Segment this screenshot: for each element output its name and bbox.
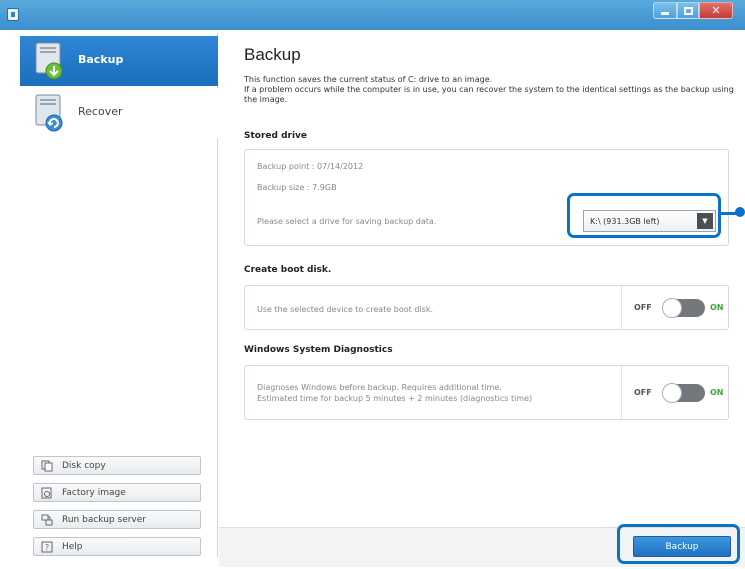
- boot-disk-panel: Use the selected device to create boot d…: [244, 285, 729, 330]
- maximize-icon: [683, 6, 693, 15]
- drive-callout-highlight: [567, 193, 721, 238]
- drive-select-prompt: Please select a drive for saving backup …: [257, 217, 437, 226]
- svg-text:?: ?: [45, 543, 49, 552]
- boot-disk-heading: Create boot disk.: [244, 265, 332, 275]
- diagnostics-toggle[interactable]: [662, 383, 705, 403]
- toggle-off-label: OFF: [634, 388, 652, 397]
- sidebar-item-label: Recover: [78, 105, 123, 118]
- disk-copy-label: Disk copy: [62, 460, 106, 471]
- toggle-off-label: OFF: [634, 303, 652, 312]
- factory-image-label: Factory image: [62, 487, 126, 498]
- backup-drive-icon: [35, 42, 63, 80]
- page-description: This function saves the current status o…: [244, 75, 739, 105]
- callout-dot: [735, 207, 745, 217]
- help-label: Help: [62, 541, 83, 552]
- disk-copy-button[interactable]: Disk copy: [33, 456, 201, 475]
- backup-size-text: Backup size : 7.9GB: [257, 183, 337, 192]
- toggle-on-label: ON: [710, 303, 724, 312]
- diagnostics-heading: Windows System Diagnostics: [244, 345, 393, 355]
- backup-button-callout-highlight: [617, 524, 740, 564]
- run-backup-server-button[interactable]: Run backup server: [33, 510, 201, 529]
- sidebar-item-recover[interactable]: Recover: [20, 88, 218, 138]
- help-button[interactable]: ? Help: [33, 537, 201, 556]
- sidebar-item-label: Backup: [78, 53, 124, 66]
- main-panel: Backup This function saves the current s…: [219, 33, 745, 569]
- disk-copy-icon: [40, 459, 54, 473]
- minimize-button[interactable]: [653, 2, 677, 19]
- diagnostics-panel: Diagnoses Windows before backup. Require…: [244, 365, 729, 420]
- minimize-icon: [661, 12, 669, 15]
- maximize-button[interactable]: [677, 2, 699, 19]
- recover-drive-icon: [35, 94, 63, 132]
- page-title: Backup: [244, 45, 301, 64]
- window-controls: ✕: [653, 2, 733, 19]
- title-bar: ✕: [0, 0, 745, 30]
- toggle-on-label: ON: [710, 388, 724, 397]
- description-line: This function saves the current status o…: [244, 75, 493, 84]
- app-icon: [7, 8, 19, 21]
- diagnostics-line-1: Diagnoses Windows before backup. Require…: [257, 383, 502, 392]
- close-icon: ✕: [711, 4, 721, 17]
- diagnostics-text: Diagnoses Windows before backup. Require…: [257, 382, 532, 404]
- sidebar: Backup Recover Disk copy Factory image R…: [20, 33, 218, 557]
- factory-image-button[interactable]: Factory image: [33, 483, 201, 502]
- boot-disk-toggle[interactable]: [662, 298, 705, 318]
- run-backup-server-label: Run backup server: [62, 514, 146, 525]
- factory-image-icon: [40, 486, 54, 500]
- backup-server-icon: [40, 513, 54, 527]
- boot-disk-toggle-area: OFF ON: [621, 286, 728, 329]
- backup-point-text: Backup point : 07/14/2012: [257, 162, 364, 171]
- description-line: If a problem occurs while the computer i…: [244, 85, 734, 104]
- diagnostics-line-2: Estimated time for backup 5 minutes + 2 …: [257, 394, 533, 403]
- toggle-knob: [662, 383, 682, 403]
- diagnostics-toggle-area: OFF ON: [621, 366, 728, 419]
- sidebar-item-backup[interactable]: Backup: [20, 36, 218, 86]
- toggle-knob: [662, 298, 682, 318]
- stored-drive-heading: Stored drive: [244, 131, 308, 141]
- help-icon: ?: [40, 540, 54, 554]
- boot-disk-text: Use the selected device to create boot d…: [257, 305, 433, 314]
- close-button[interactable]: ✕: [699, 2, 733, 19]
